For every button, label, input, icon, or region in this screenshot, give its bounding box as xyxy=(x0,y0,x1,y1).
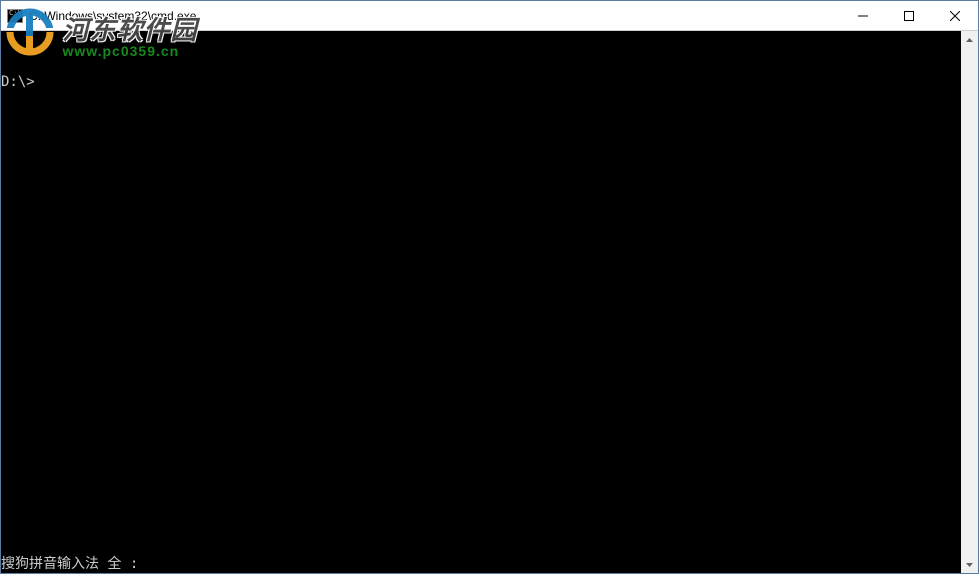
window-controls xyxy=(840,1,978,30)
maximize-button[interactable] xyxy=(886,1,932,30)
scrollbar-track[interactable] xyxy=(961,48,978,556)
terminal-content: D:\> 搜狗拼音输入法 全 : xyxy=(1,31,961,573)
chevron-up-icon xyxy=(966,38,973,42)
minimize-button[interactable] xyxy=(840,1,886,30)
window-title: C:\Windows\system32\cmd.exe xyxy=(29,9,840,23)
terminal-area: D:\> 搜狗拼音输入法 全 : xyxy=(1,31,978,573)
ime-status-line: 搜狗拼音输入法 全 : xyxy=(1,555,138,573)
scrollbar-down-button[interactable] xyxy=(961,556,978,573)
chevron-down-icon xyxy=(966,563,973,567)
scrollbar-up-button[interactable] xyxy=(961,31,978,48)
terminal[interactable]: D:\> 搜狗拼音输入法 全 : xyxy=(1,31,961,573)
minimize-icon xyxy=(858,11,868,21)
prompt-line: D:\> xyxy=(1,73,35,91)
close-button[interactable] xyxy=(932,1,978,30)
maximize-icon xyxy=(904,11,914,21)
cmd-icon xyxy=(7,9,23,23)
cmd-window: C:\Windows\system32\cmd.exe D:\> 搜狗拼音输入法… xyxy=(0,0,979,574)
vertical-scrollbar[interactable] xyxy=(961,31,978,573)
close-icon xyxy=(950,11,960,21)
titlebar[interactable]: C:\Windows\system32\cmd.exe xyxy=(1,1,978,31)
